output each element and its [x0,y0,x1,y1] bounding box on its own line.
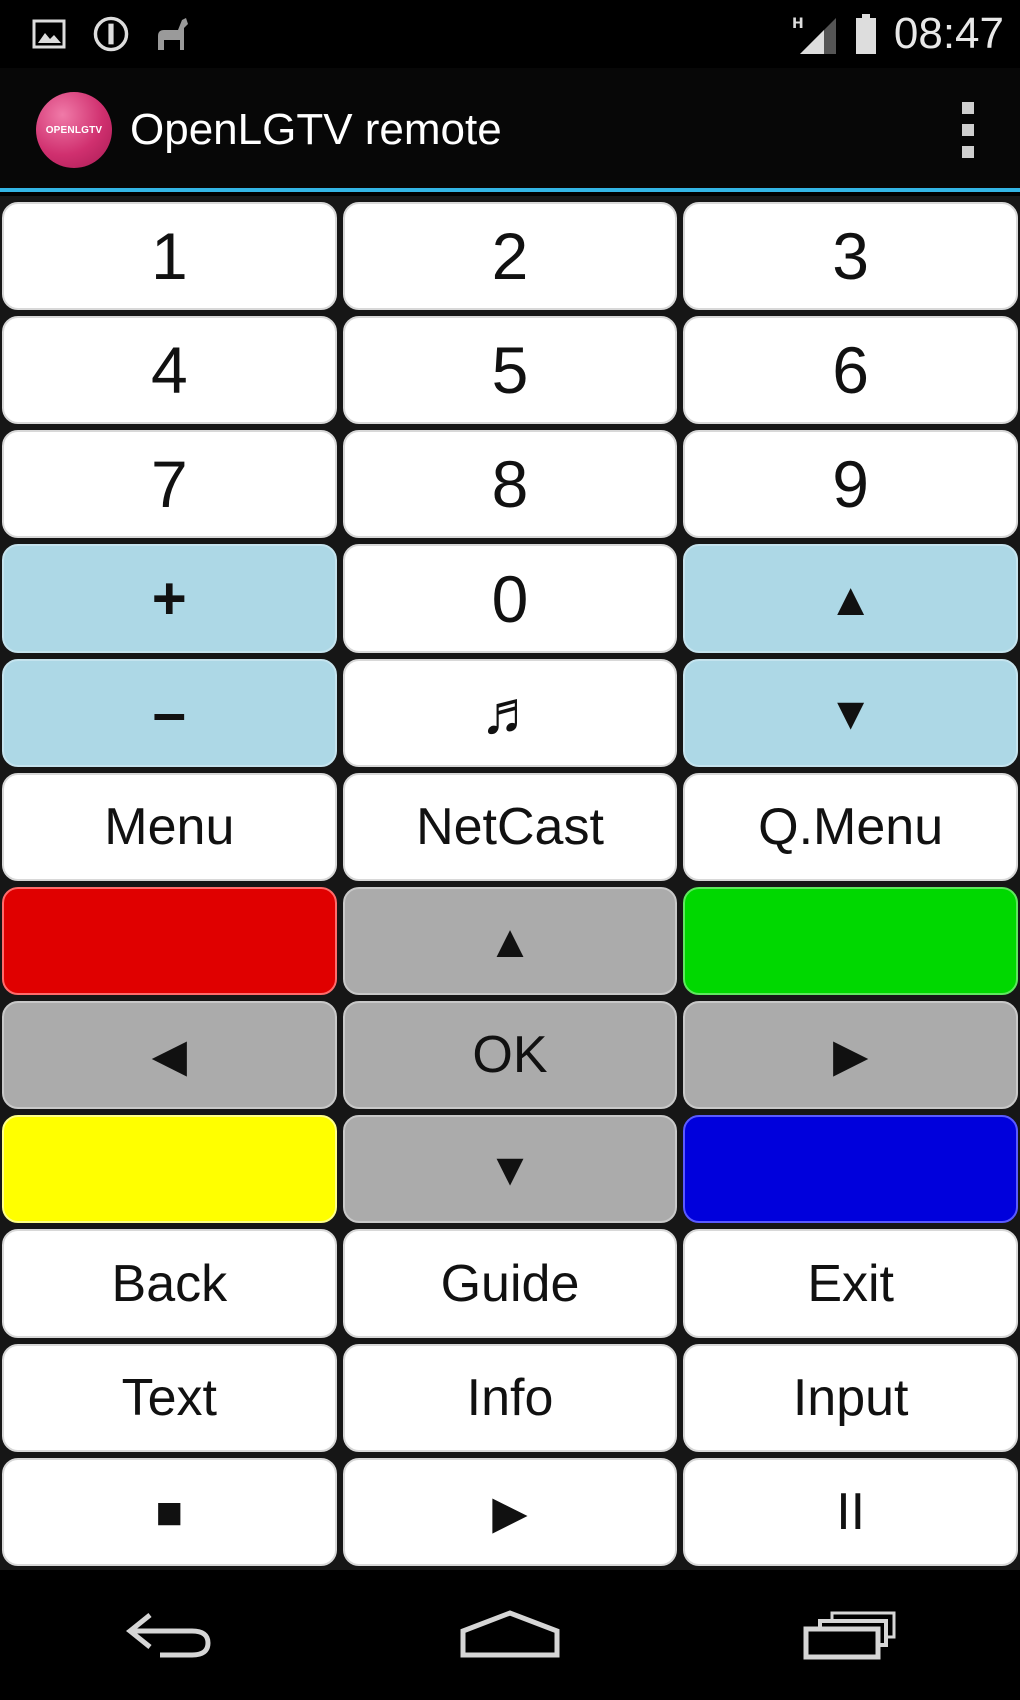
quick-menu-button[interactable]: Q.Menu [683,772,1018,881]
app-logo-text: OPENLGTV [45,124,103,136]
home-icon[interactable] [450,1590,570,1680]
app-screen: H 08:47 OPENLGTV OpenLGTV remote 1 2 3 4… [0,0,1020,1700]
digit-9-button[interactable]: 9 [683,430,1018,539]
sync-notification-icon [92,12,130,56]
android-notification-icon [154,12,192,56]
play-button[interactable]: ▶ [342,1457,678,1566]
system-navigation-bar [0,1570,1020,1700]
volume-up-button[interactable]: + [2,544,337,653]
pause-button[interactable]: II [683,1457,1018,1566]
digit-0-button[interactable]: 0 [342,544,678,653]
channel-up-button[interactable]: ▲ [683,544,1018,653]
system-icons: H 08:47 [790,6,1004,62]
nav-left-button[interactable]: ◀ [2,1001,337,1110]
mute-button[interactable]: ♬ [342,658,678,767]
nav-right-button[interactable]: ▶ [683,1001,1018,1110]
remote-button-grid: 1 2 3 4 5 6 7 8 9 + 0 ▲ – ♬ ▼ Menu NetCa… [0,196,1020,1570]
menu-button[interactable]: Menu [2,772,337,881]
input-button[interactable]: Input [683,1343,1018,1452]
info-button[interactable]: Info [342,1343,678,1452]
digit-3-button[interactable]: 3 [683,202,1018,311]
image-notification-icon [30,12,68,56]
status-clock: 08:47 [893,9,1004,58]
action-bar: OPENLGTV OpenLGTV remote [0,68,1020,192]
app-title: OpenLGTV remote [130,105,502,154]
yellow-button[interactable] [2,1115,337,1224]
digit-7-button[interactable]: 7 [2,430,337,539]
digit-4-button[interactable]: 4 [2,316,337,425]
back-icon[interactable] [110,1590,230,1680]
text-button[interactable]: Text [2,1343,337,1452]
digit-2-button[interactable]: 2 [342,202,678,311]
green-button[interactable] [683,886,1018,996]
netcast-button[interactable]: NetCast [342,772,678,881]
back-button[interactable]: Back [2,1229,337,1338]
nav-up-button[interactable]: ▲ [342,886,678,996]
digit-1-button[interactable]: 1 [2,202,337,311]
nav-down-button[interactable]: ▼ [342,1115,678,1224]
volume-down-button[interactable]: – [2,658,337,767]
notification-icons [30,12,192,56]
digit-6-button[interactable]: 6 [683,316,1018,425]
battery-icon [852,12,880,56]
red-button[interactable] [2,886,337,996]
signal-h-icon: H [790,12,838,56]
recent-apps-icon[interactable] [790,1590,910,1680]
overflow-menu-icon[interactable] [956,102,980,158]
guide-button[interactable]: Guide [342,1229,678,1338]
exit-button[interactable]: Exit [683,1229,1018,1338]
status-bar: H 08:47 [0,0,1020,68]
app-logo-icon: OPENLGTV [36,92,112,168]
stop-button[interactable]: ■ [2,1457,337,1566]
ok-button[interactable]: OK [342,1001,678,1110]
channel-down-button[interactable]: ▼ [683,658,1018,767]
digit-8-button[interactable]: 8 [342,430,678,539]
svg-text:H: H [792,16,804,32]
blue-button[interactable] [683,1115,1018,1224]
digit-5-button[interactable]: 5 [342,316,678,425]
